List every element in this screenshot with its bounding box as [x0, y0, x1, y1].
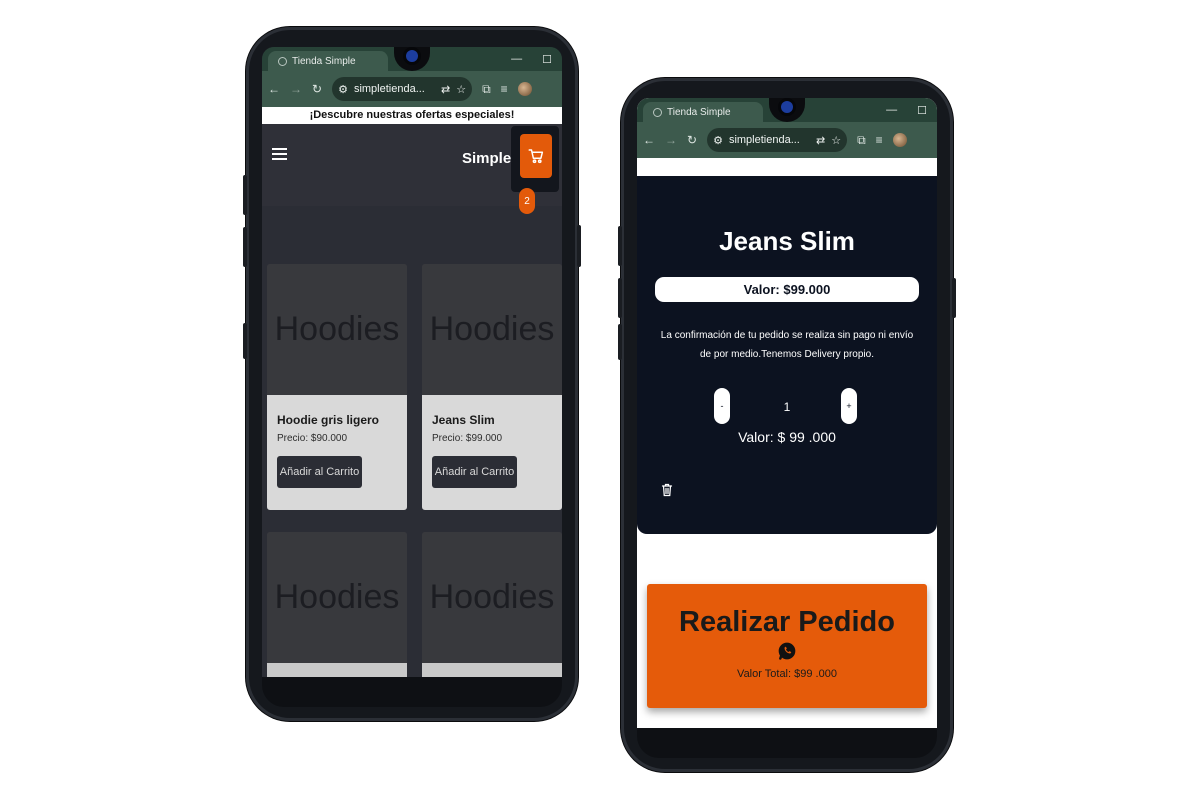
brand-title: Simple [462, 150, 512, 167]
screen-right: Tienda Simple + — ☐ ← → ↻ ⚙ simpletienda… [637, 98, 937, 728]
camera [406, 50, 418, 62]
forward-icon[interactable]: → [290, 82, 302, 96]
side-button [618, 324, 622, 360]
site-settings-icon[interactable]: ⚙ [713, 134, 723, 147]
tab-title: Tienda Simple [292, 55, 356, 67]
page-top-strip [637, 158, 937, 176]
product-card: Hoodies Jeans Slim Precio: $99.000 Añadi… [422, 264, 562, 510]
address-bar[interactable]: ⚙ simpletienda... ⇄ ☆ [332, 77, 473, 101]
phone-chin [637, 728, 937, 758]
cart-item-title: Jeans Slim [719, 226, 855, 256]
place-order-label: Realizar Pedido [679, 606, 895, 638]
cart-icon [528, 149, 544, 164]
product-card: Hoodies [267, 532, 407, 677]
product-name: Hoodie gris ligero [277, 413, 380, 427]
forward-icon[interactable]: → [665, 133, 677, 147]
product-price: Precio: $99.000 [432, 433, 503, 444]
back-icon[interactable]: ← [268, 82, 280, 96]
camera [781, 101, 793, 113]
reload-icon[interactable]: ↻ [687, 133, 697, 147]
phone-chin [262, 677, 562, 707]
store-header: Simple 2 [262, 124, 562, 214]
cart-item-value: Valor: $99.000 [655, 277, 919, 302]
order-total: Valor Total: $99 .000 [737, 668, 837, 680]
volume-button [243, 175, 247, 215]
maximize-icon[interactable]: ☐ [917, 104, 927, 117]
browser-tab[interactable]: Tienda Simple [643, 102, 763, 122]
side-button [243, 323, 247, 359]
media-icon[interactable]: ≡ [501, 82, 508, 96]
trash-icon [661, 483, 673, 497]
power-button [577, 225, 581, 267]
profile-avatar[interactable] [517, 82, 532, 96]
screen-left: Tienda Simple + — ☐ ← → ↻ ⚙ simpletienda… [262, 47, 562, 677]
product-image: Hoodies [422, 532, 562, 663]
media-icon[interactable]: ≡ [876, 133, 883, 147]
address-bar[interactable]: ⚙ simpletienda... ⇄ ☆ [707, 128, 848, 152]
back-icon[interactable]: ← [643, 133, 655, 147]
address-text: simpletienda... [728, 134, 800, 146]
promo-banner: ¡Descubre nuestras ofertas especiales! [262, 107, 562, 124]
place-order-button[interactable]: Realizar Pedido Valor Total: $99 .000 [647, 584, 927, 708]
hamburger-icon[interactable] [272, 148, 287, 160]
decrement-button[interactable]: - [714, 388, 730, 424]
product-image: Hoodies [422, 264, 562, 395]
order-notice: La confirmación de tu pedido se realiza … [660, 330, 914, 360]
remove-item-button[interactable] [661, 483, 673, 502]
cart-item-panel: Jeans Slim Valor: $99.000 La confirmació… [637, 176, 937, 534]
address-text: simpletienda... [353, 83, 425, 95]
whatsapp-icon [778, 642, 796, 660]
phone-right: Tienda Simple + — ☐ ← → ↻ ⚙ simpletienda… [618, 78, 956, 772]
product-image: Hoodies [267, 264, 407, 395]
extensions-icon[interactable]: ⧉ [857, 133, 866, 148]
star-icon[interactable]: ☆ [831, 134, 841, 147]
phone-left: Tienda Simple + — ☐ ← → ↻ ⚙ simpletienda… [243, 27, 581, 721]
cart-count-badge: 2 [519, 188, 535, 214]
product-image: Hoodies [267, 532, 407, 663]
tab-title: Tienda Simple [667, 106, 731, 118]
increment-button[interactable]: + [841, 388, 857, 424]
browser-toolbar: ← → ↻ ⚙ simpletienda... ⇄ ☆ ⧉ ≡ [262, 71, 562, 107]
browser-toolbar: ← → ↻ ⚙ simpletienda... ⇄ ☆ ⧉ ≡ [637, 122, 937, 158]
extensions-icon[interactable]: ⧉ [482, 82, 491, 97]
globe-icon [653, 107, 662, 117]
product-card: Hoodies [422, 532, 562, 677]
power-button [952, 278, 956, 318]
product-card: Hoodies Hoodie gris ligero Precio: $90.0… [267, 264, 407, 510]
product-name: Jeans Slim [432, 413, 495, 427]
maximize-icon[interactable]: ☐ [542, 53, 552, 66]
star-icon[interactable]: ☆ [456, 83, 466, 96]
translate-icon[interactable]: ⇄ [816, 134, 825, 147]
browser-tab[interactable]: Tienda Simple [268, 51, 388, 71]
product-price: Precio: $90.000 [277, 433, 348, 444]
profile-avatar[interactable] [892, 133, 907, 147]
reload-icon[interactable]: ↻ [312, 82, 322, 96]
volume-button [243, 227, 247, 267]
volume-button [618, 226, 622, 266]
site-settings-icon[interactable]: ⚙ [338, 83, 348, 96]
add-to-cart-button[interactable]: Añadir al Carrito [432, 456, 517, 488]
translate-icon[interactable]: ⇄ [441, 83, 450, 96]
line-total: Valor: $ 99 .000 [738, 429, 836, 445]
minimize-icon[interactable]: — [511, 53, 522, 66]
globe-icon [278, 56, 287, 66]
add-to-cart-button[interactable]: Añadir al Carrito [277, 456, 362, 488]
minimize-icon[interactable]: — [886, 104, 897, 117]
quantity-value: 1 [783, 400, 791, 414]
cart-button[interactable] [520, 134, 552, 178]
volume-button [618, 278, 622, 318]
